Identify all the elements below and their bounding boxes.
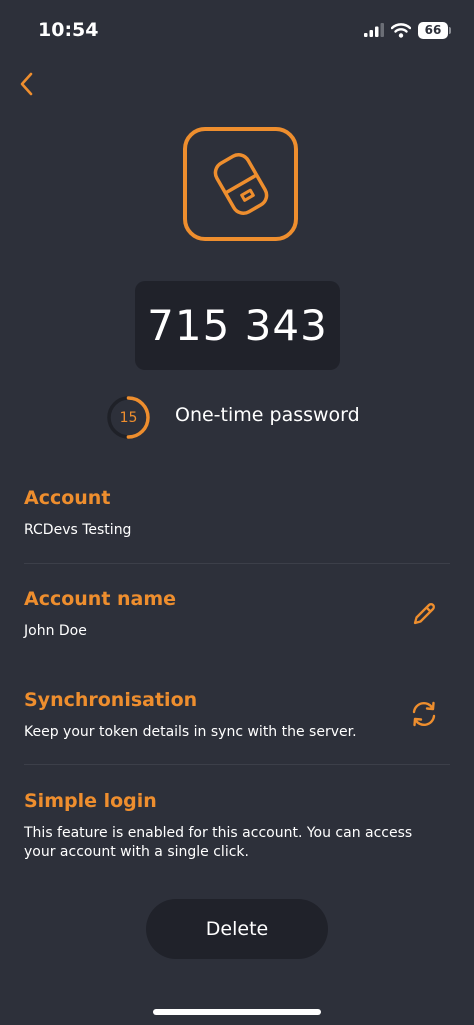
edit-account-name-button[interactable] [406,596,442,632]
battery-icon: 66 [418,21,451,39]
home-indicator [153,1009,321,1015]
sync-button[interactable] [406,696,442,732]
sync-icon [412,701,436,727]
chevron-left-icon [20,72,33,96]
token-device-icon [213,153,268,215]
synchronisation-section: Synchronisation Keep your token details … [24,689,450,742]
back-button[interactable] [6,64,46,104]
delete-button[interactable]: Delete [146,899,328,959]
account-name-title: Account name [24,588,177,610]
otp-code: 715 343 [147,301,328,350]
synchronisation-value: Keep your token details in sync with the… [24,724,357,740]
status-icons: 66 [364,20,451,40]
otp-code-box: 715 343 [135,281,340,370]
timer-seconds: 15 [119,409,138,426]
account-title: Account [24,487,111,509]
status-time: 10:54 [38,19,99,41]
account-value: RCDevs Testing [24,522,132,538]
account-name-section: Account name John Doe [24,588,450,641]
otp-label: One-time password [175,404,360,426]
divider [24,764,450,765]
pencil-icon [413,603,435,625]
simple-login-title: Simple login [24,790,157,812]
simple-login-value: This feature is enabled for this account… [24,825,413,860]
cellular-signal-icon [364,23,384,37]
divider [24,563,450,564]
synchronisation-title: Synchronisation [24,689,198,711]
status-bar: 10:54 66 [0,0,474,60]
account-name-value: John Doe [24,623,87,639]
simple-login-section: Simple login This feature is enabled for… [24,790,450,862]
otp-timer: 15 [106,395,151,440]
wifi-icon [391,22,411,38]
battery-level: 66 [424,23,442,37]
token-logo [183,127,298,241]
account-section: Account RCDevs Testing [24,487,450,540]
